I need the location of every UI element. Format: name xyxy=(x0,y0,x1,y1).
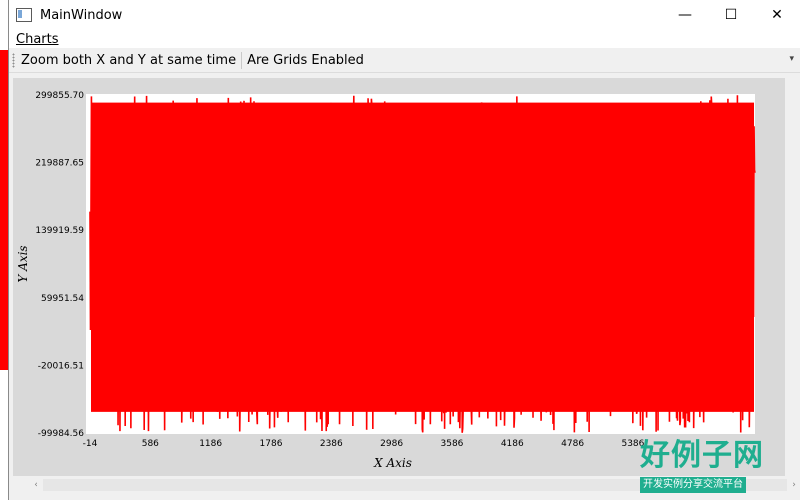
title-bar[interactable]: MainWindow — ☐ ✕ xyxy=(9,0,800,30)
scroll-right-arrow-icon[interactable]: › xyxy=(787,480,800,490)
y-tick-label: 299855.70 xyxy=(35,91,84,101)
x-tick-label: 5386 xyxy=(621,439,644,449)
series-group xyxy=(89,95,756,433)
x-axis-ticks: -14 586 1186 1786 2386 2986 3586 4186 4786 5386 xyxy=(83,439,645,449)
window-title: MainWindow xyxy=(40,7,123,23)
x-tick-label: 3586 xyxy=(441,439,464,449)
window-controls: — ☐ ✕ xyxy=(662,0,800,30)
window-app-icon xyxy=(16,8,32,22)
menu-charts[interactable]: Charts xyxy=(15,32,60,47)
close-button[interactable]: ✕ xyxy=(754,0,800,30)
x-axis-title: X Axis xyxy=(373,456,412,470)
zoom-both-axes-button[interactable]: Zoom both X and Y at same time xyxy=(17,53,240,68)
x-tick-label: 586 xyxy=(142,439,159,449)
minimize-button[interactable]: — xyxy=(662,0,708,30)
menu-bar: Charts xyxy=(9,30,800,48)
x-tick-label: -14 xyxy=(83,439,98,449)
maximize-button[interactable]: ☐ xyxy=(708,0,754,30)
toolbar-separator xyxy=(241,51,243,69)
x-tick-label: 2386 xyxy=(320,439,343,449)
scroll-left-arrow-icon[interactable]: ‹ xyxy=(29,480,43,490)
y-axis-title: Y Axis xyxy=(16,245,30,282)
y-tick-label: 59951.54 xyxy=(41,294,84,304)
horizontal-scrollbar[interactable]: ‹ › xyxy=(29,478,800,492)
line-chart[interactable]: 299855.70 219887.65 139919.59 59951.54 -2001… xyxy=(13,78,785,476)
x-tick-label: 2986 xyxy=(380,439,403,449)
chart-view[interactable]: 299855.70 219887.65 139919.59 59951.54 -2001… xyxy=(13,78,785,476)
y-tick-label: -20016.51 xyxy=(38,361,84,371)
x-tick-label: 1786 xyxy=(260,439,283,449)
series-line xyxy=(89,95,756,433)
y-tick-label: 139919.59 xyxy=(35,226,84,236)
main-window: MainWindow — ☐ ✕ Charts Zoom both X and … xyxy=(8,0,800,500)
x-tick-label: 4186 xyxy=(501,439,524,449)
y-tick-label: 219887.65 xyxy=(35,159,84,169)
x-tick-label: 4786 xyxy=(561,439,584,449)
toolbar: Zoom both X and Y at same time Are Grids… xyxy=(9,48,800,73)
toolbar-grip-handle[interactable] xyxy=(12,52,15,68)
y-axis-ticks: 299855.70 219887.65 139919.59 59951.54 -2001… xyxy=(35,91,84,439)
menu-charts-label: Charts xyxy=(16,31,59,47)
background-chart-strip xyxy=(0,50,8,370)
toolbar-extension-icon[interactable]: ▾ xyxy=(789,54,794,64)
x-tick-label: 1186 xyxy=(199,439,222,449)
grids-enabled-button[interactable]: Are Grids Enabled xyxy=(243,53,368,68)
scroll-track[interactable] xyxy=(43,479,787,491)
y-tick-label: -99984.56 xyxy=(38,429,84,439)
